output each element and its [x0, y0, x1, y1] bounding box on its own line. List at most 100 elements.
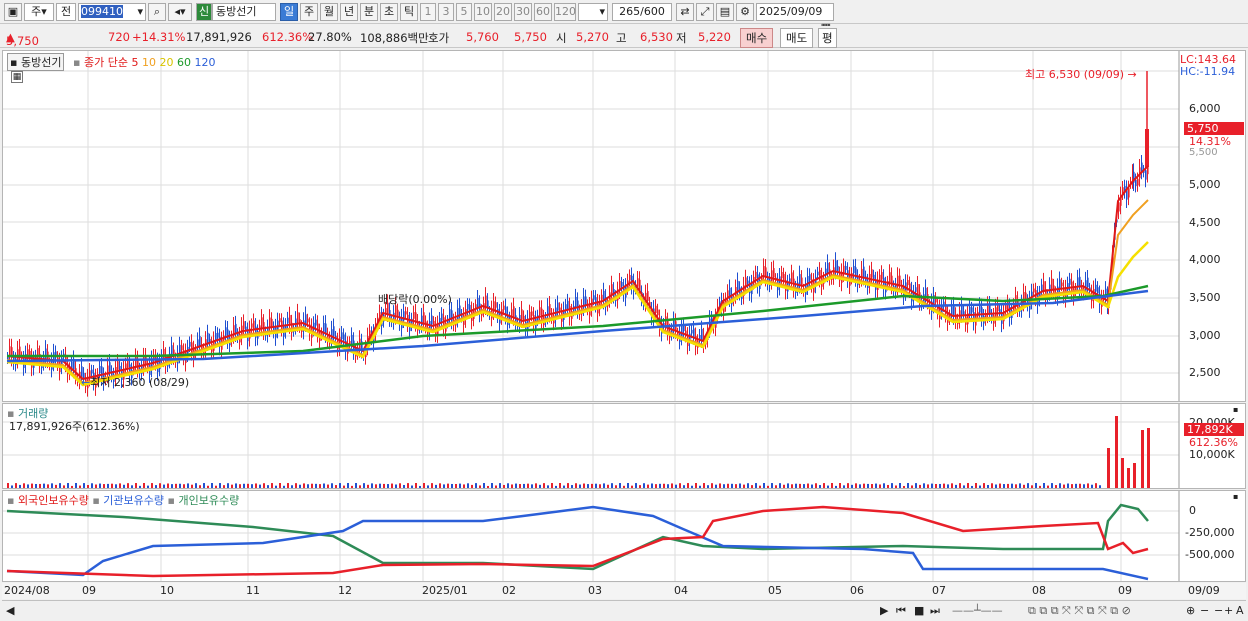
candle-body [737, 280, 739, 292]
candle-body [1049, 284, 1051, 294]
zoom-slider[interactable]: ——┴—— [952, 604, 1003, 617]
scroll-right-icon[interactable]: ▶ [880, 604, 888, 617]
volume-bar [343, 485, 345, 488]
volume-bar [467, 483, 469, 488]
interval-1[interactable]: 1 [420, 3, 436, 21]
candle-body [1145, 170, 1147, 180]
hold-tick-500k: -500,000 [1185, 548, 1235, 561]
count-field[interactable]: 265/600 [612, 3, 672, 21]
dash-icon[interactable]: − [1214, 604, 1223, 617]
candle-body [601, 294, 603, 300]
volume-bar [871, 484, 873, 488]
volume-bar [935, 483, 937, 488]
last-price-tag: 5,750 [1184, 122, 1244, 135]
speaker-icon[interactable]: ◂▾ [168, 3, 192, 21]
period-year[interactable]: 년 [340, 3, 358, 21]
zoom-icon[interactable]: ⤢ [696, 3, 714, 21]
candle-body [351, 334, 353, 344]
chart-scrollbar[interactable]: ◀ ▶ ⏮ ■ ⏭ ——┴—— ⧉ ⧉ ⧉ ⤧ ⤧ ⧉ ⤧ ⧉ ⊘ ⊕ − − … [2, 600, 1246, 620]
candle-body [799, 274, 801, 285]
eval-button[interactable]: 평 [818, 28, 837, 48]
stop-icon[interactable]: ■ [914, 604, 924, 617]
volume-bar [1075, 483, 1077, 488]
type-select[interactable]: 전 [56, 3, 76, 21]
price-chart-panel[interactable]: ▪ 동방선기 ▪ 종가 단순 5 10 20 60 120 ▦ LC:143.6… [2, 50, 1246, 402]
period-month[interactable]: 월 [320, 3, 338, 21]
x-label-11: 11 [246, 584, 260, 597]
volume-bar [1079, 483, 1081, 488]
period-day[interactable]: 일 [280, 3, 298, 21]
volume-bar [979, 485, 981, 488]
volume-bar [415, 483, 417, 488]
candle-body [773, 268, 775, 278]
stock-code-input[interactable]: 099410 ▾ [78, 3, 146, 21]
volume-bar [875, 483, 877, 488]
interval-30[interactable]: 30 [514, 3, 532, 21]
volume-canvas[interactable] [3, 404, 1245, 488]
volume-bar [567, 483, 569, 488]
candle-body [917, 284, 919, 295]
volume-panel[interactable]: ▪ 거래량 17,891,926주(612.36%) 20,000K 10,00… [2, 403, 1246, 489]
window-icon[interactable]: ▣ [4, 3, 22, 21]
change-value: 720 [108, 30, 130, 44]
volume-bar [579, 484, 581, 488]
interval-10[interactable]: 10 [474, 3, 492, 21]
volume-bar [251, 484, 253, 488]
holdings-panel[interactable]: ▪ 외국인보유수량 ▪ 기관보유수량 ▪ 개인보유수량 0 -250,000 -… [2, 490, 1246, 582]
volume-bar [531, 484, 533, 488]
compare-icon[interactable]: ⇄ [676, 3, 694, 21]
zoom-in-icon[interactable]: ⊕ [1186, 604, 1195, 617]
period-week[interactable]: 주 [300, 3, 318, 21]
volume-bar [743, 484, 745, 488]
volume-bar [1015, 484, 1017, 488]
candle-body [807, 276, 809, 287]
volume-bar [367, 484, 369, 488]
plus-icon[interactable]: + [1224, 604, 1233, 617]
save-icon[interactable]: ▤ [716, 3, 734, 21]
scroll-left-icon[interactable]: ◀ [6, 604, 14, 617]
volume-bar [399, 483, 401, 488]
candle-body [423, 312, 425, 323]
stock-name-field[interactable]: 동방선기 [212, 3, 276, 21]
price-chart-canvas[interactable] [3, 51, 1245, 401]
gear-icon[interactable]: ⚙ [736, 3, 754, 21]
close-icon[interactable]: ▪ [1233, 492, 1238, 501]
search-icon[interactable]: ⌕ [148, 3, 166, 21]
x-label-04: 04 [674, 584, 688, 597]
legend-individual: 개인보유수량 [178, 494, 240, 507]
candle-body [109, 362, 111, 373]
bid-price: 5,750 [514, 30, 547, 44]
minus-icon[interactable]: − [1200, 604, 1209, 617]
volume-bar [127, 483, 129, 488]
interval-3[interactable]: 3 [438, 3, 454, 21]
market-select[interactable]: 주▾ [24, 3, 54, 21]
volume-bar [923, 483, 925, 488]
series-tag[interactable]: ▪ 동방선기 [7, 53, 65, 71]
chevron-down-icon[interactable]: ▾ [137, 4, 145, 20]
interval-20[interactable]: 20 [494, 3, 512, 21]
sell-button[interactable]: 매도 [780, 28, 814, 48]
candle-body [789, 278, 791, 282]
period-tick[interactable]: 틱 [400, 3, 418, 21]
interval-60[interactable]: 60 [534, 3, 552, 21]
x-label-08: 08 [1032, 584, 1046, 597]
close-icon[interactable]: ▪ [1233, 405, 1238, 414]
period-minute[interactable]: 분 [360, 3, 378, 21]
date-field[interactable]: 2025/09/09▦ [756, 3, 834, 34]
grid-icon[interactable]: ▦ [11, 71, 23, 83]
fast-forward-icon[interactable]: ⏭ [930, 604, 940, 618]
period-second[interactable]: 초 [380, 3, 398, 21]
tools-icon[interactable]: ⧉ ⧉ ⧉ ⤧ ⤧ ⧉ ⤧ ⧉ ⊘ [1028, 604, 1131, 618]
candle-body [495, 302, 497, 308]
x-label-10: 10 [160, 584, 174, 597]
buy-button[interactable]: 매수 [740, 28, 774, 48]
interval-5[interactable]: 5 [456, 3, 472, 21]
volume-bar [187, 483, 189, 488]
rewind-icon[interactable]: ⏮ [896, 604, 906, 618]
font-size-icon[interactable]: A [1236, 604, 1244, 617]
volume-bar [1007, 483, 1009, 488]
x-label-last-date: 09/09 [1188, 584, 1220, 597]
volume-bar [1055, 485, 1057, 488]
interval-custom-select[interactable]: ▾ [578, 3, 608, 21]
interval-120[interactable]: 120 [554, 3, 576, 21]
